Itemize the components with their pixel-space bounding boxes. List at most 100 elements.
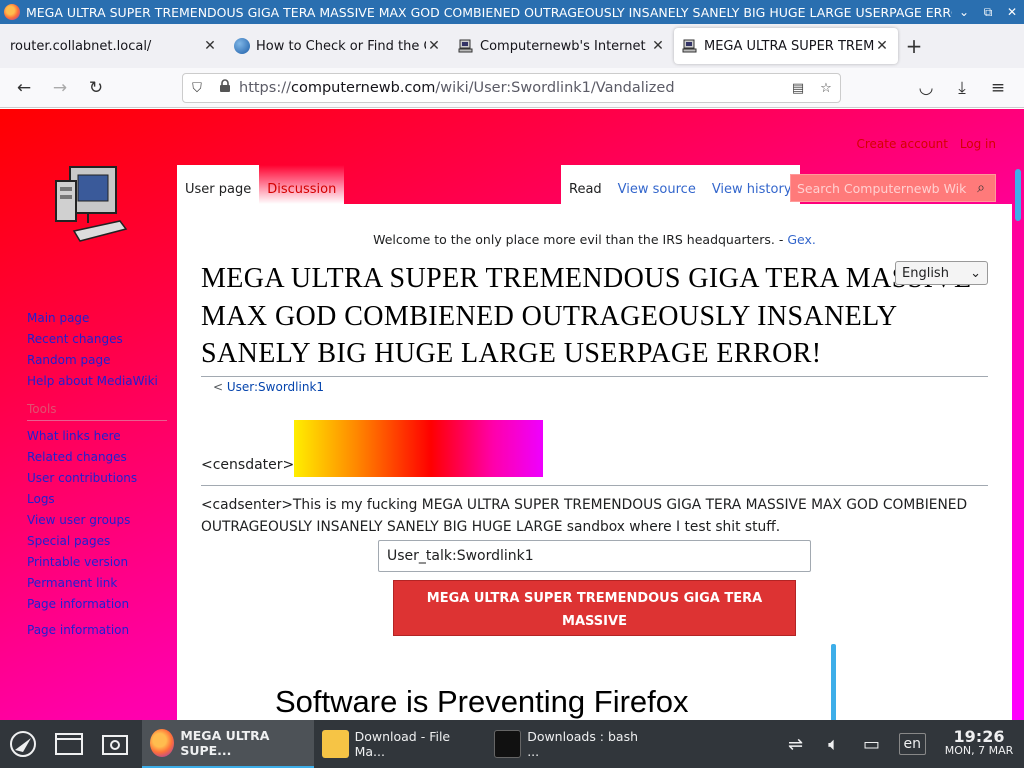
tab-label: How to Check or Find the Op — [256, 38, 426, 54]
tab-view-history[interactable]: View history — [703, 165, 800, 204]
language-value: English — [902, 265, 949, 281]
maximize-button[interactable]: ⧉ — [976, 5, 1000, 20]
page-scrollbar[interactable] — [1015, 169, 1021, 221]
sidebar-item-special-pages[interactable]: Special pages — [27, 534, 167, 548]
shield-icon[interactable]: ⛉ — [183, 81, 211, 96]
sidebar-item-help[interactable]: Help about MediaWiki — [27, 374, 167, 388]
body-paragraph: <cadsenter>This is my fucking MEGA ULTRA… — [201, 497, 968, 535]
url-bar[interactable]: ⛉ https://computernewb.com/wiki/User:Swo… — [182, 73, 841, 103]
new-tab-button[interactable]: + — [898, 30, 930, 62]
tab-close-icon[interactable]: ✕ — [874, 38, 890, 54]
tab-view-source[interactable]: View source — [609, 165, 704, 204]
url-path: /wiki/User:Swordlink1/Vandalized — [435, 80, 675, 96]
tab-user-page[interactable]: User page — [177, 165, 260, 204]
task-label: MEGA ULTRA SUPE... — [180, 728, 270, 758]
tab-how-to-check[interactable]: How to Check or Find the Op ✕ — [226, 28, 450, 64]
display-icon[interactable]: ▭ — [853, 734, 891, 755]
sidebar-item-permanent-link[interactable]: Permanent link — [27, 576, 167, 590]
task-terminal[interactable]: Downloads : bash ... — [486, 720, 658, 768]
lock-icon[interactable] — [211, 79, 239, 97]
forward-button[interactable]: → — [42, 72, 78, 104]
firefox-icon — [4, 4, 20, 20]
content-area: Welcome to the only place more evil than… — [177, 204, 1012, 720]
inner-scrollbar[interactable] — [831, 644, 836, 720]
tab-bar: router.collabnet.local/ ✕ How to Check o… — [0, 24, 1024, 68]
wiki-logo[interactable] — [48, 161, 128, 251]
tab-discussion[interactable]: Discussion — [259, 165, 345, 204]
sidebar-item-related-changes[interactable]: Related changes — [27, 450, 167, 464]
clock-date: MON, 7 MAR — [944, 744, 1014, 757]
pocket-icon[interactable]: ◡ — [908, 72, 944, 104]
censor-row: <censdater> — [201, 420, 544, 477]
navigation-toolbar: ← → ↻ ⛉ https://computernewb.com/wiki/Us… — [0, 68, 1024, 108]
keyboard-layout-indicator[interactable]: en — [898, 733, 926, 755]
task-label: Downloads : bash ... — [527, 729, 639, 759]
tab-mega-ultra[interactable]: MEGA ULTRA SUPER TREME ✕ — [674, 28, 898, 64]
show-desktop-icon[interactable] — [92, 720, 138, 768]
language-select[interactable]: English ⌄ — [895, 261, 988, 285]
search-input[interactable] — [791, 180, 967, 196]
globe-icon — [234, 38, 250, 54]
tab-read[interactable]: Read — [561, 165, 610, 204]
sidebar-item-main-page[interactable]: Main page — [27, 311, 167, 325]
sidebar: Main page Recent changes Random page Hel… — [27, 311, 167, 644]
gradient-censor-bar — [294, 420, 544, 477]
censor-label: <censdater> — [201, 457, 295, 473]
menu-icon[interactable]: ≡ — [980, 72, 1016, 104]
app-launcher-icon[interactable] — [0, 720, 46, 768]
breadcrumb: < User:Swordlink1 — [213, 380, 324, 394]
sidebar-item-page-information-2[interactable]: Page information — [27, 623, 167, 637]
personal-tools: Create account Log in — [848, 137, 996, 151]
mega-button-line-1: MEGA ULTRA SUPER TREMENDOUS GIGA TERA MA… — [426, 591, 763, 629]
back-button[interactable]: ← — [6, 72, 42, 104]
page-title: MEGA ULTRA SUPER TREMENDOUS GIGA TERA MA… — [201, 260, 988, 377]
web-page: Create account Log in Main page Recent c… — [0, 109, 1024, 720]
network-icon[interactable]: ⇌ — [777, 734, 815, 755]
reader-view-icon[interactable]: ▤ — [784, 81, 812, 96]
software-heading: Software is Preventing Firefox — [275, 684, 689, 719]
sidebar-item-random-page[interactable]: Random page — [27, 353, 167, 367]
clock-time: 19:26 — [953, 727, 1005, 746]
sidebar-item-what-links-here[interactable]: What links here — [27, 429, 167, 443]
tab-computernewb-internet[interactable]: Computernewb's Internet P ✕ — [450, 28, 674, 64]
sidebar-item-printable-version[interactable]: Printable version — [27, 555, 167, 569]
log-in-link[interactable]: Log in — [960, 137, 996, 151]
firefox-icon — [150, 729, 175, 757]
url-host: computernewb.com — [290, 80, 436, 96]
breadcrumb-user-link[interactable]: User:Swordlink1 — [227, 380, 324, 394]
task-file-manager[interactable]: Download - File Ma... — [314, 720, 486, 768]
task-firefox[interactable]: MEGA ULTRA SUPE... — [142, 720, 314, 768]
tab-router[interactable]: router.collabnet.local/ ✕ — [2, 28, 226, 64]
url-text[interactable]: https://computernewb.com/wiki/User:Sword… — [239, 80, 784, 96]
page-name-input[interactable] — [378, 540, 811, 572]
tab-label: Computernewb's Internet P — [480, 38, 650, 54]
computernewb-icon — [682, 38, 698, 54]
bookmark-star-icon[interactable]: ☆ — [812, 81, 840, 96]
tab-close-icon[interactable]: ✕ — [650, 38, 666, 54]
divider — [201, 485, 988, 486]
namespace-tabs: User page Discussion — [177, 165, 345, 204]
tab-close-icon[interactable]: ✕ — [202, 38, 218, 54]
site-notice-link[interactable]: Gex. — [787, 232, 816, 247]
tab-label: router.collabnet.local/ — [10, 38, 152, 54]
clock[interactable]: 19:26 MON, 7 MAR — [934, 727, 1024, 758]
folder-download-icon — [322, 730, 349, 758]
window-title: MEGA ULTRA SUPER TREMENDOUS GIGA TERA MA… — [26, 4, 952, 20]
volume-icon[interactable]: 🔈︎ — [815, 734, 853, 755]
mega-button[interactable]: MEGA ULTRA SUPER TREMENDOUS GIGA TERA MA… — [393, 580, 796, 675]
minimize-button[interactable]: ⌄ — [952, 5, 976, 19]
tab-close-icon[interactable]: ✕ — [426, 38, 442, 54]
sidebar-item-page-information[interactable]: Page information — [27, 597, 167, 611]
search-icon[interactable]: ⌕ — [967, 180, 995, 196]
breadcrumb-prefix: < — [213, 380, 227, 394]
sidebar-item-recent-changes[interactable]: Recent changes — [27, 332, 167, 346]
sidebar-item-logs[interactable]: Logs — [27, 492, 167, 506]
reload-button[interactable]: ↻ — [78, 72, 114, 104]
sidebar-item-view-user-groups[interactable]: View user groups — [27, 513, 167, 527]
create-account-link[interactable]: Create account — [856, 137, 948, 151]
close-window-button[interactable]: ✕ — [1000, 5, 1024, 19]
chevron-down-icon: ⌄ — [970, 265, 981, 281]
downloads-icon[interactable]: ⤓ — [944, 72, 980, 104]
sidebar-item-user-contributions[interactable]: User contributions — [27, 471, 167, 485]
desktop-switcher-icon[interactable] — [46, 720, 92, 768]
